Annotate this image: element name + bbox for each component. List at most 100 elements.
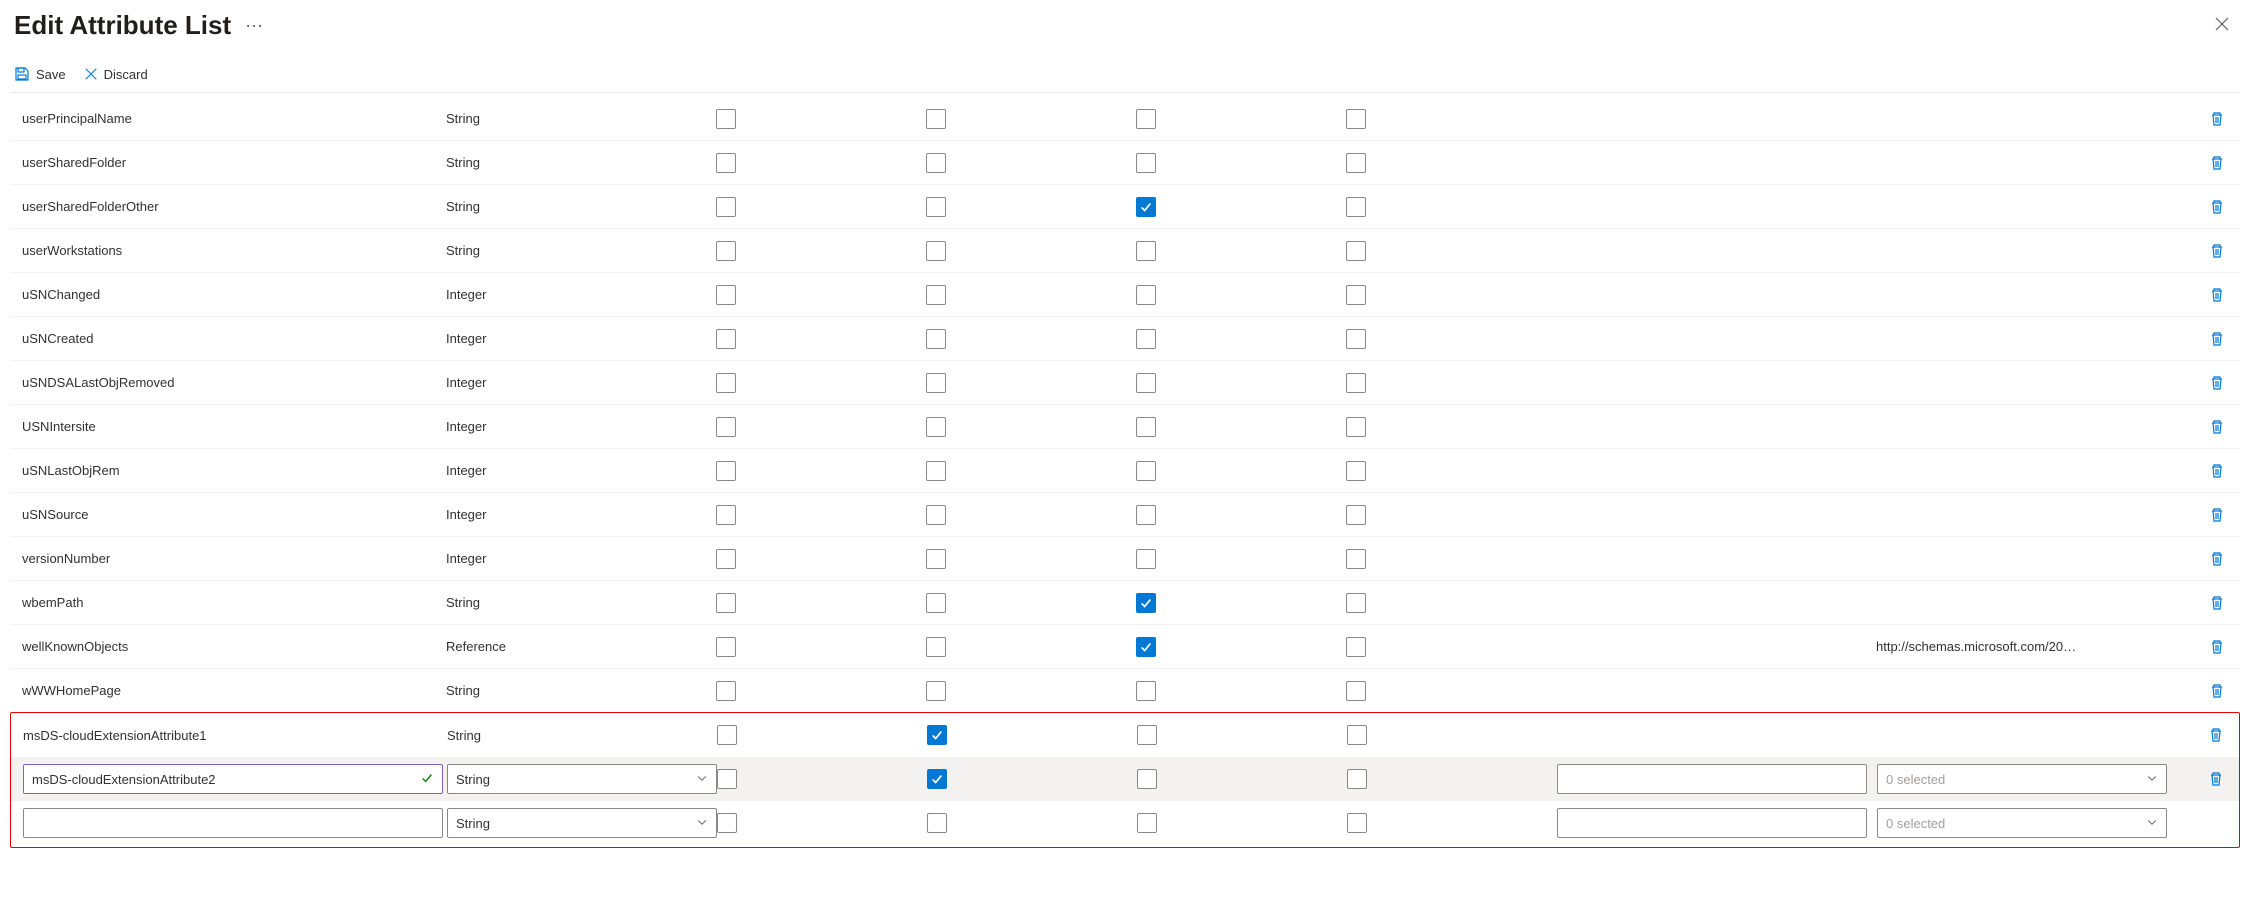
checkbox-col4[interactable] [1346, 373, 1366, 393]
attr-name-input[interactable] [23, 808, 443, 838]
delete-button[interactable] [2206, 196, 2228, 218]
delete-button[interactable] [2206, 284, 2228, 306]
checkbox-col4[interactable] [1346, 241, 1366, 261]
checkbox-col1[interactable] [717, 769, 737, 789]
checkbox-col2[interactable] [926, 241, 946, 261]
checkbox-col3[interactable] [1136, 505, 1156, 525]
checkbox-col2[interactable] [926, 417, 946, 437]
attr-type-dropdown[interactable]: String [447, 808, 717, 838]
checkbox-col4[interactable] [1347, 769, 1367, 789]
checkbox-col4[interactable] [1347, 725, 1367, 745]
checkbox-col4[interactable] [1346, 285, 1366, 305]
delete-button[interactable] [2205, 724, 2227, 746]
checkbox-col1[interactable] [716, 285, 736, 305]
checkbox-col2[interactable] [926, 549, 946, 569]
discard-button[interactable]: Discard [84, 67, 148, 82]
checkbox-col4[interactable] [1346, 681, 1366, 701]
checkbox-col2[interactable] [926, 285, 946, 305]
checkbox-col4[interactable] [1346, 153, 1366, 173]
checkbox-col1[interactable] [717, 813, 737, 833]
delete-button[interactable] [2206, 240, 2228, 262]
more-actions-button[interactable]: ··· [241, 12, 267, 38]
checkbox-col2[interactable] [926, 593, 946, 613]
delete-button[interactable] [2206, 680, 2228, 702]
attr-name-input[interactable]: msDS-cloudExtensionAttribute2 [23, 764, 443, 794]
checkbox-col2[interactable] [926, 329, 946, 349]
checkbox-col3[interactable] [1136, 241, 1156, 261]
checkbox-col2[interactable] [927, 813, 947, 833]
checkbox-col2[interactable] [927, 769, 947, 789]
checkbox-col3[interactable] [1136, 329, 1156, 349]
checkbox-col1[interactable] [716, 197, 736, 217]
checkbox-col1[interactable] [716, 505, 736, 525]
multi-select-dropdown[interactable]: 0 selected [1877, 764, 2167, 794]
delete-button[interactable] [2206, 504, 2228, 526]
checkbox-col1[interactable] [716, 549, 736, 569]
delete-button[interactable] [2206, 592, 2228, 614]
checkbox-col3[interactable] [1137, 769, 1157, 789]
delete-button[interactable] [2206, 108, 2228, 130]
close-icon[interactable] [2208, 8, 2236, 42]
checkbox-col1[interactable] [716, 593, 736, 613]
checkbox-col3[interactable] [1136, 593, 1156, 613]
checkbox-col1[interactable] [716, 681, 736, 701]
checkbox-col1[interactable] [716, 637, 736, 657]
checkbox-col3[interactable] [1136, 417, 1156, 437]
checkbox-col2[interactable] [926, 461, 946, 481]
checkbox-col1[interactable] [716, 417, 736, 437]
attr-type-dropdown[interactable]: String [447, 764, 717, 794]
checkbox-col4[interactable] [1346, 417, 1366, 437]
checkbox-col4[interactable] [1346, 109, 1366, 129]
checkbox-col3[interactable] [1137, 813, 1157, 833]
delete-button[interactable] [2206, 372, 2228, 394]
checkbox-col1[interactable] [716, 329, 736, 349]
checkbox-col2[interactable] [927, 725, 947, 745]
checkbox-col3[interactable] [1136, 637, 1156, 657]
checkbox-col3[interactable] [1136, 373, 1156, 393]
table-row: msDS-cloudExtensionAttribute1 String [11, 713, 2239, 757]
reference-input[interactable] [1557, 764, 1867, 794]
attr-name: uSNSource [22, 507, 88, 522]
checkbox-col1[interactable] [716, 109, 736, 129]
checkbox-col1[interactable] [716, 153, 736, 173]
checkbox-col2[interactable] [926, 197, 946, 217]
checkbox-col3[interactable] [1136, 549, 1156, 569]
checkbox-col1[interactable] [716, 241, 736, 261]
delete-button[interactable] [2205, 768, 2227, 790]
checkbox-col3[interactable] [1136, 461, 1156, 481]
delete-button[interactable] [2206, 328, 2228, 350]
checkbox-col1[interactable] [716, 461, 736, 481]
checkbox-col4[interactable] [1346, 637, 1366, 657]
checkbox-col3[interactable] [1137, 725, 1157, 745]
checkbox-col3[interactable] [1136, 681, 1156, 701]
checkbox-col1[interactable] [716, 373, 736, 393]
checkbox-col3[interactable] [1136, 285, 1156, 305]
delete-button[interactable] [2206, 636, 2228, 658]
delete-button[interactable] [2206, 460, 2228, 482]
multi-select-dropdown[interactable]: 0 selected [1877, 808, 2167, 838]
checkbox-col2[interactable] [926, 373, 946, 393]
checkbox-col2[interactable] [926, 681, 946, 701]
delete-button[interactable] [2206, 416, 2228, 438]
checkbox-col4[interactable] [1346, 505, 1366, 525]
checkbox-col1[interactable] [717, 725, 737, 745]
table-row: uSNDSALastObjRemovedInteger [10, 361, 2240, 405]
attr-name: userPrincipalName [22, 111, 132, 126]
checkbox-col4[interactable] [1346, 329, 1366, 349]
checkbox-col4[interactable] [1346, 461, 1366, 481]
delete-button[interactable] [2206, 152, 2228, 174]
checkbox-col2[interactable] [926, 505, 946, 525]
checkbox-col3[interactable] [1136, 109, 1156, 129]
checkbox-col4[interactable] [1346, 593, 1366, 613]
checkbox-col4[interactable] [1346, 197, 1366, 217]
delete-button[interactable] [2206, 548, 2228, 570]
reference-input[interactable] [1557, 808, 1867, 838]
checkbox-col2[interactable] [926, 637, 946, 657]
checkbox-col2[interactable] [926, 109, 946, 129]
checkbox-col4[interactable] [1346, 549, 1366, 569]
checkbox-col2[interactable] [926, 153, 946, 173]
save-button[interactable]: Save [14, 66, 66, 82]
checkbox-col4[interactable] [1347, 813, 1367, 833]
checkbox-col3[interactable] [1136, 153, 1156, 173]
checkbox-col3[interactable] [1136, 197, 1156, 217]
